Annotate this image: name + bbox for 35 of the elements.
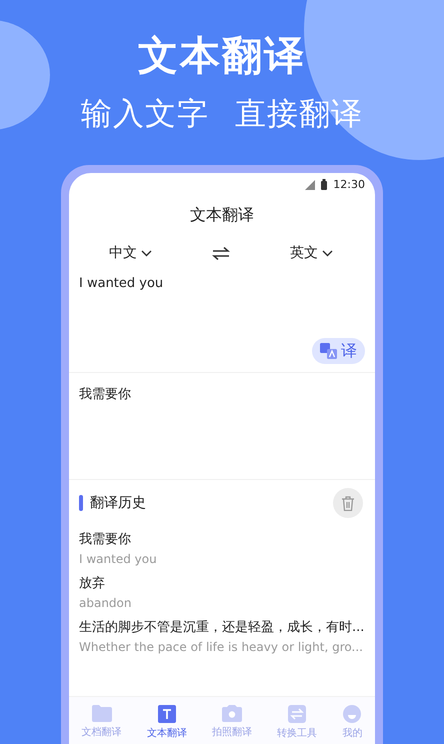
delete-button[interactable] <box>333 488 363 518</box>
battery-icon <box>321 179 328 190</box>
folder-icon <box>92 705 112 722</box>
trash-icon <box>342 496 354 510</box>
target-language-dropdown[interactable]: 英文 <box>290 244 333 262</box>
tab[interactable]: 文本翻译 <box>146 705 187 740</box>
history-translation-text[interactable]: Whether the pace of life is heavy or light, gro... <box>79 640 365 654</box>
chevron-down-icon <box>141 250 152 256</box>
tab[interactable]: 我的 <box>342 705 362 740</box>
screen-title: 文本翻译 <box>189 205 255 226</box>
history-source-text[interactable]: 放弃 <box>79 574 365 592</box>
tab[interactable]: 拍照翻译 <box>212 705 252 740</box>
status-time: 12:30 <box>333 178 365 191</box>
history-translation-text[interactable]: abandon <box>79 596 365 610</box>
tagline: 直接翻译 <box>235 95 363 134</box>
chevron-down-icon <box>322 250 333 256</box>
input-field[interactable]: I wanted you 译 <box>69 262 375 373</box>
translation-output: 我需要你 <box>69 373 375 480</box>
tab[interactable]: 文档翻译 <box>82 705 122 740</box>
source-language-dropdown[interactable]: 中文 <box>109 244 152 262</box>
translate-icon <box>320 343 337 359</box>
camera-icon <box>222 705 242 722</box>
tagline: 输入文字 <box>81 95 209 134</box>
tab[interactable]: 转换工具 <box>277 705 318 740</box>
smiley-icon <box>343 705 362 723</box>
signal-icon <box>305 180 316 190</box>
swap-arrows-icon[interactable] <box>212 246 230 260</box>
translate-button[interactable]: 译 <box>312 338 365 364</box>
history-source-text[interactable]: 生活的脚步不管是沉重，还是轻盈，成长，有时... <box>79 618 365 636</box>
history-translation-text[interactable]: I wanted you <box>79 552 365 566</box>
history-source-text[interactable]: 我需要你 <box>79 530 365 548</box>
text-document-icon <box>158 705 176 723</box>
history-title: 翻译历史 <box>90 494 146 512</box>
headline: 文本翻译 <box>138 32 306 81</box>
swap-icon <box>288 705 306 723</box>
